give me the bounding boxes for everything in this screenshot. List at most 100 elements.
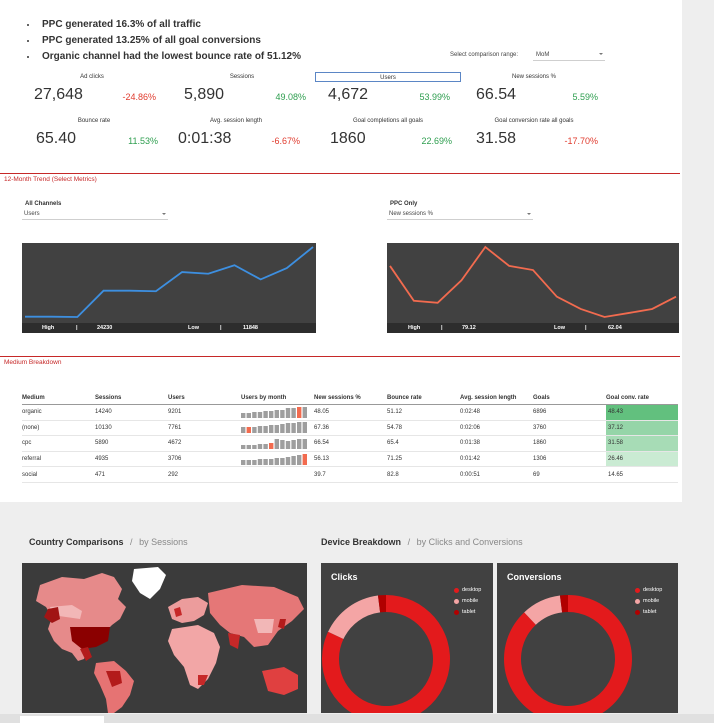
kpi-change: -17.70%	[564, 136, 598, 146]
kpi-users[interactable]: Users 4,672 53.99%	[315, 72, 461, 116]
users-trend-chart: High | 24230 Low | 11848	[22, 243, 316, 333]
cell-new-sessions: 56.13	[314, 451, 387, 468]
col-header[interactable]: Sessions	[95, 391, 168, 405]
legend-item-mobile[interactable]: mobile	[454, 598, 481, 609]
legend-swatch	[454, 610, 459, 615]
col-header[interactable]: Users	[168, 391, 241, 405]
cell-goal-conv-rate: 31.58	[606, 435, 678, 452]
kpi-change: 53.99%	[419, 92, 450, 102]
cell-users-by-month	[241, 451, 314, 468]
col-header[interactable]: Goal conv. rate	[606, 391, 678, 405]
asia-region[interactable]	[208, 585, 304, 647]
insight-item: PPC generated 16.3% of all traffic	[26, 17, 301, 33]
comparison-range-label: Select comparison range:	[450, 52, 519, 58]
insight-item: Organic channel had the lowest bounce ra…	[26, 49, 301, 65]
low-value: 11848	[243, 325, 258, 331]
india-region[interactable]	[228, 633, 240, 649]
europe-region[interactable]	[168, 597, 208, 623]
kpi-goal-conversion-rate[interactable]: Goal conversion rate all goals 31.58 -17…	[464, 116, 604, 160]
africa-region[interactable]	[168, 625, 220, 689]
legend-item-desktop[interactable]: desktop	[635, 587, 662, 598]
cell-avg-session-length: 0:02:48	[460, 404, 533, 421]
cell-bounce-rate: 65.4	[387, 435, 460, 452]
cell-sessions: 5890	[95, 435, 168, 452]
spark-bar	[263, 458, 268, 465]
spark-bar	[263, 410, 268, 418]
legend-label: tablet	[462, 609, 476, 615]
greenland-region[interactable]	[132, 567, 166, 599]
spark-bar	[241, 427, 246, 434]
table-row: cpc 5890 4672 66.54 65.4 0:01:38 1860 31…	[22, 435, 678, 452]
spark-bar	[274, 438, 279, 449]
kpi-value: 66.54	[476, 86, 517, 103]
legend-item-tablet[interactable]: tablet	[635, 609, 662, 620]
col-header[interactable]: Goals	[533, 391, 606, 405]
kpi-change: 11.53%	[128, 136, 158, 146]
kpi-label: New sessions %	[511, 74, 556, 80]
kpi-bounce-rate[interactable]: Bounce rate 65.40 11.53%	[24, 116, 164, 160]
cell-users-by-month	[241, 420, 314, 437]
insight-list: PPC generated 16.3% of all traffic PPC g…	[26, 17, 301, 65]
users-trend-line-chart	[24, 246, 314, 318]
australia-region[interactable]	[262, 667, 298, 695]
title-separator: /	[407, 537, 411, 547]
donut-slice-desktop[interactable]	[322, 595, 450, 713]
cell-users: 292	[168, 466, 241, 483]
country-title-text: Country Comparisons	[29, 537, 124, 547]
spark-bar	[252, 444, 257, 449]
cell-goals: 1306	[533, 451, 606, 468]
comparison-range-value: MoM	[536, 52, 550, 58]
medium-section-header: Medium Breakdown	[0, 356, 680, 369]
cell-bounce-rate: 51.12	[387, 404, 460, 421]
kpi-goal-completions[interactable]: Goal completions all goals 1860 22.69%	[318, 116, 458, 160]
kpi-change: 22.69%	[421, 136, 452, 146]
spark-bar	[252, 411, 257, 418]
col-header[interactable]: Avg. session length	[460, 391, 533, 405]
cell-goal-conv-rate: 26.46	[606, 451, 678, 468]
spark-bar	[285, 440, 291, 449]
country-subtitle: by Sessions	[139, 537, 188, 547]
legend-swatch	[454, 599, 459, 604]
donut-slice-mobile[interactable]	[328, 595, 381, 639]
spark-bar	[252, 427, 257, 434]
col-header[interactable]: Users by month	[241, 391, 314, 405]
conversions-legend: desktop mobile tablet	[635, 587, 662, 620]
country-map[interactable]	[22, 563, 307, 713]
users-by-month-sparkbar	[241, 453, 307, 465]
legend-item-tablet[interactable]: tablet	[454, 609, 481, 620]
kpi-change: 5.59%	[572, 92, 598, 102]
cell-bounce-rate: 71.25	[387, 451, 460, 468]
south-america-region[interactable]	[94, 661, 134, 713]
col-header[interactable]: New sessions %	[314, 391, 387, 405]
kpi-change: -6.67%	[271, 136, 300, 146]
spark-bar	[297, 406, 302, 418]
kpi-value: 65.40	[36, 130, 77, 147]
kpi-value: 5,890	[184, 86, 225, 103]
kpi-avg-session-length[interactable]: Avg. session length 0:01:38 -6.67%	[166, 116, 306, 160]
kpi-sessions[interactable]: Sessions 5,890 49.08%	[172, 72, 312, 116]
legend-item-mobile[interactable]: mobile	[635, 598, 662, 609]
comparison-range-select[interactable]: MoM	[533, 50, 605, 61]
ppc-only-label: PPC Only	[390, 201, 418, 207]
left-metric-select[interactable]: Users	[22, 210, 168, 220]
spark-bar	[302, 453, 307, 465]
legend-label: desktop	[462, 587, 482, 593]
cell-goal-conv-rate: 48.43	[606, 404, 678, 421]
users-by-month-sparkbar	[241, 422, 307, 434]
page-tab-active[interactable]	[20, 716, 104, 723]
kpi-value: 27,648	[34, 86, 83, 103]
spark-bar	[285, 456, 291, 465]
col-header[interactable]: Medium	[22, 391, 95, 405]
legend-item-desktop[interactable]: desktop	[454, 587, 481, 598]
clicks-donut-chart	[322, 595, 450, 713]
kpi-ad-clicks[interactable]: Ad clicks 27,648 -24.86%	[22, 72, 162, 116]
donut-slice-desktop[interactable]	[504, 595, 632, 713]
legend-label: mobile	[462, 598, 479, 604]
right-metric-select[interactable]: New sessions %	[387, 210, 533, 220]
kpi-new-sessions[interactable]: New sessions % 66.54 5.59%	[464, 72, 604, 116]
right-metric-value: New sessions %	[389, 211, 434, 217]
spark-bar	[280, 457, 285, 465]
conversions-donut-chart	[504, 595, 632, 713]
kpi-label: Goal completions all goals	[352, 118, 424, 124]
col-header[interactable]: Bounce rate	[387, 391, 460, 405]
